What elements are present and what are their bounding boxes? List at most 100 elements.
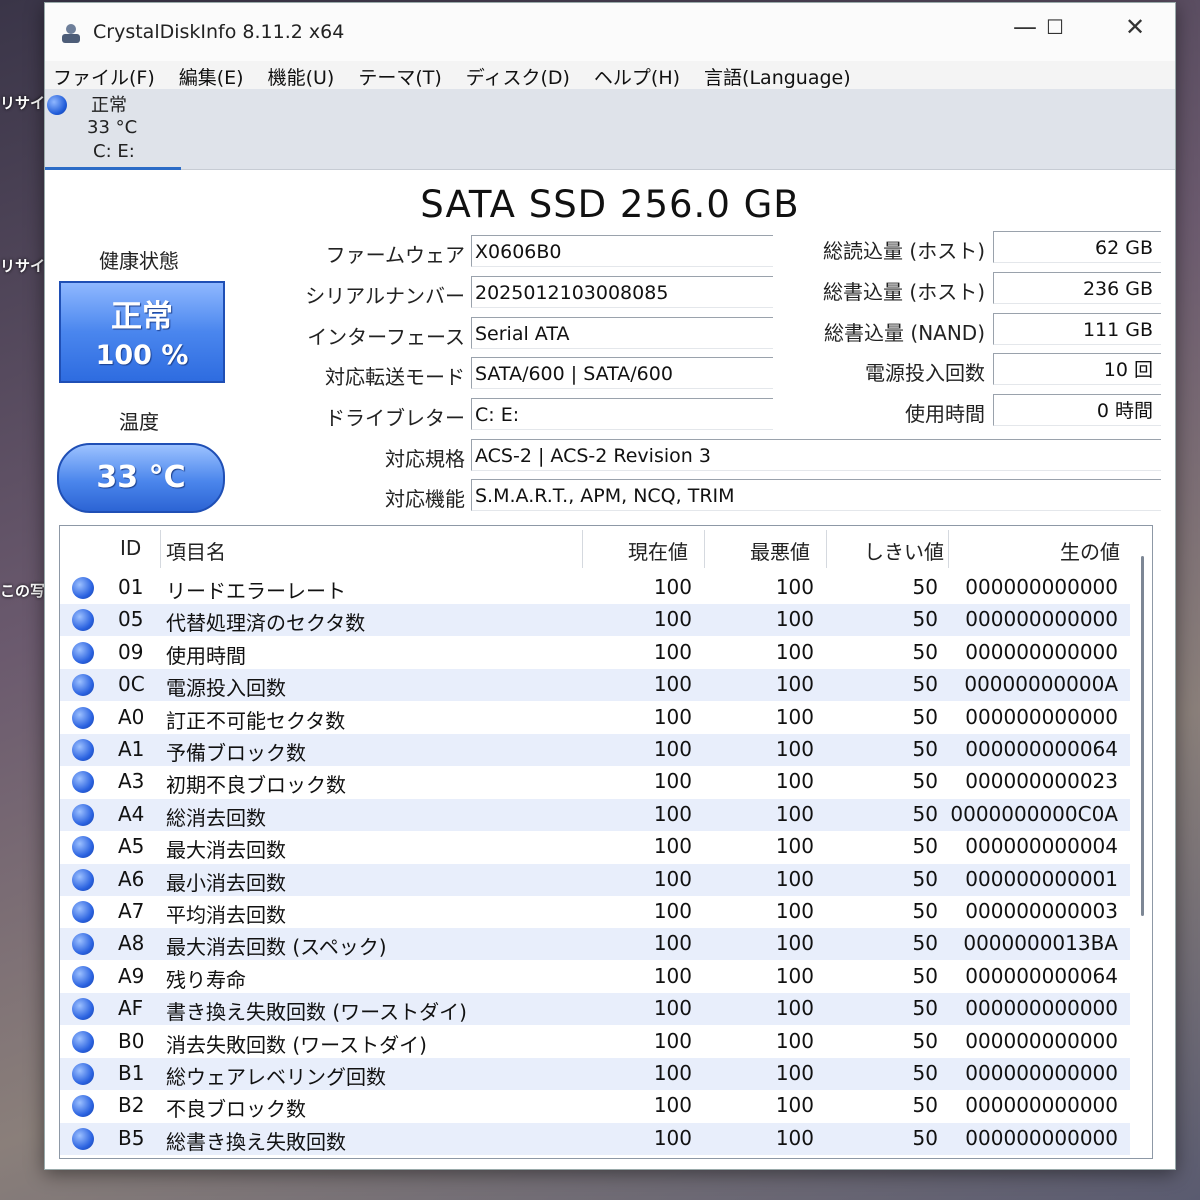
table-row[interactable]: A6 最小消去回数 100 100 50 000000000001 bbox=[60, 863, 1130, 896]
info-row: ファームウェア X0606B0 bbox=[45, 235, 775, 269]
threshold-value: 50 bbox=[912, 996, 938, 1021]
column-header-current[interactable]: 現在値 bbox=[628, 536, 688, 565]
table-row[interactable]: A5 最大消去回数 100 100 50 000000000004 bbox=[60, 831, 1130, 863]
menu-bar: ファイル(F) 編集(E) 機能(U) テーマ(T) ディスク(D) ヘルプ(H) 言語(L… bbox=[45, 61, 1175, 89]
table-row[interactable]: A9 残り寿命 100 100 50 000000000064 bbox=[60, 961, 1130, 993]
info-row: シリアルナンバー 2025012103008085 bbox=[45, 276, 775, 310]
app-window: CrystalDiskInfo 8.11.2 x64 — ☐ ✕ ファイル(F)… bbox=[44, 2, 1176, 1170]
desktop-icon-label[interactable]: リサイ bbox=[0, 92, 45, 113]
menu-item[interactable]: ディスク(D) bbox=[466, 61, 582, 89]
table-row[interactable]: B2 不良ブロック数 100 100 50 000000000000 bbox=[60, 1090, 1130, 1122]
vertical-scrollbar[interactable] bbox=[1130, 526, 1152, 1158]
info-value-field[interactable]: 62 GB bbox=[993, 231, 1161, 263]
table-row[interactable]: 01 リードエラーレート 100 100 50 000000000000 bbox=[60, 572, 1130, 604]
table-row[interactable]: A3 初期不良ブロック数 100 100 50 000000000023 bbox=[60, 766, 1130, 798]
scrollbar-thumb[interactable] bbox=[1141, 556, 1144, 916]
attribute-id: A8 bbox=[118, 931, 145, 956]
info-value-field[interactable]: 236 GB bbox=[993, 272, 1161, 304]
drive-tab-status: 正常 bbox=[91, 95, 127, 116]
info-value-field[interactable]: 111 GB bbox=[993, 313, 1161, 345]
desktop-icon-label[interactable]: リサイ bbox=[0, 255, 45, 276]
table-row[interactable]: 0C 電源投入回数 100 100 50 00000000000A bbox=[60, 669, 1130, 702]
close-button[interactable]: ✕ bbox=[1105, 9, 1165, 45]
column-header-worst[interactable]: 最悪値 bbox=[750, 536, 810, 565]
table-row[interactable]: AF 書き換え失敗回数 (ワーストダイ) 100 100 50 000000000000 bbox=[60, 993, 1130, 1026]
info-value-field[interactable]: 2025012103008085 bbox=[471, 276, 773, 308]
table-row[interactable]: B5 総書き換え失敗回数 100 100 50 000000000000 bbox=[60, 1122, 1130, 1155]
menu-item[interactable]: 機能(U) bbox=[268, 61, 347, 89]
worst-value: 100 bbox=[775, 672, 814, 697]
raw-value: 000000000000 bbox=[965, 1028, 1118, 1053]
attribute-id: A1 bbox=[118, 737, 145, 761]
current-value: 100 bbox=[653, 1028, 692, 1053]
worst-value: 100 bbox=[775, 1125, 814, 1150]
info-value-field[interactable]: C: E: bbox=[471, 398, 773, 430]
table-row[interactable]: B0 消去失敗回数 (ワーストダイ) 100 100 50 000000000000 bbox=[60, 1026, 1130, 1058]
table-row[interactable]: A8 最大消去回数 (スペック) 100 100 50 0000000013BA bbox=[60, 928, 1130, 961]
table-row[interactable]: 05 代替処理済のセクタ数 100 100 50 000000000000 bbox=[60, 604, 1130, 637]
threshold-value: 50 bbox=[912, 931, 938, 956]
column-divider bbox=[948, 530, 949, 568]
attribute-id: A6 bbox=[118, 866, 145, 891]
table-row[interactable]: 09 使用時間 100 100 50 000000000000 bbox=[60, 637, 1130, 669]
attribute-name: 総ウェアレベリング回数 bbox=[166, 1065, 386, 1089]
table-row[interactable]: A1 予備ブロック数 100 100 50 000000000064 bbox=[60, 734, 1130, 766]
column-header-name[interactable]: 項目名 bbox=[166, 536, 226, 565]
attribute-name: 書き換え失敗回数 (ワーストダイ) bbox=[166, 1000, 467, 1025]
smart-attribute-table[interactable]: ID 項目名 現在値 最悪値 しきい値 生の値 01 リードエラーレート 100 10… bbox=[59, 525, 1153, 1159]
drive-model-title: SATA SSD 256.0 GB bbox=[420, 183, 800, 226]
worst-value: 100 bbox=[775, 834, 814, 859]
column-header-id[interactable]: ID bbox=[120, 536, 141, 560]
status-good-icon bbox=[72, 739, 94, 761]
menu-item[interactable]: 言語(Language) bbox=[704, 61, 863, 89]
threshold-value: 50 bbox=[912, 704, 938, 729]
menu-item[interactable]: テーマ(T) bbox=[358, 61, 453, 89]
attribute-name: 総書き換え失敗回数 bbox=[166, 1129, 346, 1154]
info-label: ドライブレター bbox=[325, 406, 465, 430]
worst-value: 100 bbox=[775, 704, 814, 729]
maximize-button[interactable]: ☐ bbox=[1025, 9, 1085, 45]
info-value-field[interactable]: S.M.A.R.T., APM, NCQ, TRIM bbox=[471, 479, 1161, 511]
threshold-value: 50 bbox=[912, 575, 938, 599]
table-row[interactable]: A0 訂正不可能セクタ数 100 100 50 000000000000 bbox=[60, 702, 1130, 734]
current-value: 100 bbox=[653, 1125, 692, 1150]
desktop-icon-label[interactable]: この写 bbox=[0, 580, 45, 601]
info-row: 総読込量 (ホスト) 62 GB bbox=[785, 231, 1165, 265]
raw-value: 000000000000 bbox=[965, 639, 1118, 664]
threshold-value: 50 bbox=[912, 639, 938, 664]
worst-value: 100 bbox=[775, 963, 814, 988]
info-label: 使用時間 bbox=[905, 402, 985, 426]
info-label: 電源投入回数 bbox=[865, 361, 985, 385]
attribute-id: AF bbox=[118, 996, 144, 1021]
table-row[interactable]: A4 総消去回数 100 100 50 0000000000C0A bbox=[60, 798, 1130, 831]
info-value-field[interactable]: 10 回 bbox=[993, 353, 1161, 385]
column-header-threshold[interactable]: しきい値 bbox=[864, 536, 944, 565]
current-value: 100 bbox=[653, 963, 692, 988]
attribute-name: 電源投入回数 bbox=[166, 676, 286, 701]
table-row[interactable]: B1 総ウェアレベリング回数 100 100 50 000000000000 bbox=[60, 1058, 1130, 1090]
menu-item[interactable]: ファイル(F) bbox=[53, 61, 167, 89]
info-value-field[interactable]: SATA/600 | SATA/600 bbox=[471, 357, 773, 389]
drive-tab[interactable]: 正常 33 °C C: E: bbox=[45, 89, 181, 170]
status-good-icon bbox=[72, 771, 94, 794]
threshold-value: 50 bbox=[912, 1061, 938, 1085]
attribute-id: A7 bbox=[118, 899, 145, 923]
raw-value: 000000000000 bbox=[965, 607, 1118, 632]
worst-value: 100 bbox=[775, 639, 814, 664]
column-header-raw[interactable]: 生の値 bbox=[1060, 536, 1120, 565]
menu-item[interactable]: ヘルプ(H) bbox=[594, 61, 692, 89]
title-bar[interactable]: CrystalDiskInfo 8.11.2 x64 — ☐ ✕ bbox=[45, 3, 1175, 61]
current-value: 100 bbox=[653, 899, 692, 923]
attribute-id: A5 bbox=[118, 834, 145, 859]
info-value-field[interactable]: ACS-2 | ACS-2 Revision 3 bbox=[471, 439, 1161, 471]
info-row: ドライブレター C: E: bbox=[45, 398, 775, 432]
info-value-field[interactable]: X0606B0 bbox=[471, 235, 773, 267]
attribute-id: 01 bbox=[118, 575, 144, 599]
table-row[interactable]: A7 平均消去回数 100 100 50 000000000003 bbox=[60, 896, 1130, 928]
smart-table-header: ID 項目名 現在値 最悪値 しきい値 生の値 bbox=[60, 526, 1152, 572]
window-title: CrystalDiskInfo 8.11.2 x64 bbox=[93, 21, 345, 43]
menu-item[interactable]: 編集(E) bbox=[179, 61, 256, 89]
info-value-field[interactable]: 0 時間 bbox=[993, 394, 1161, 426]
info-value-field[interactable]: Serial ATA bbox=[471, 317, 773, 349]
info-label: 総書込量 (NAND) bbox=[824, 321, 985, 345]
